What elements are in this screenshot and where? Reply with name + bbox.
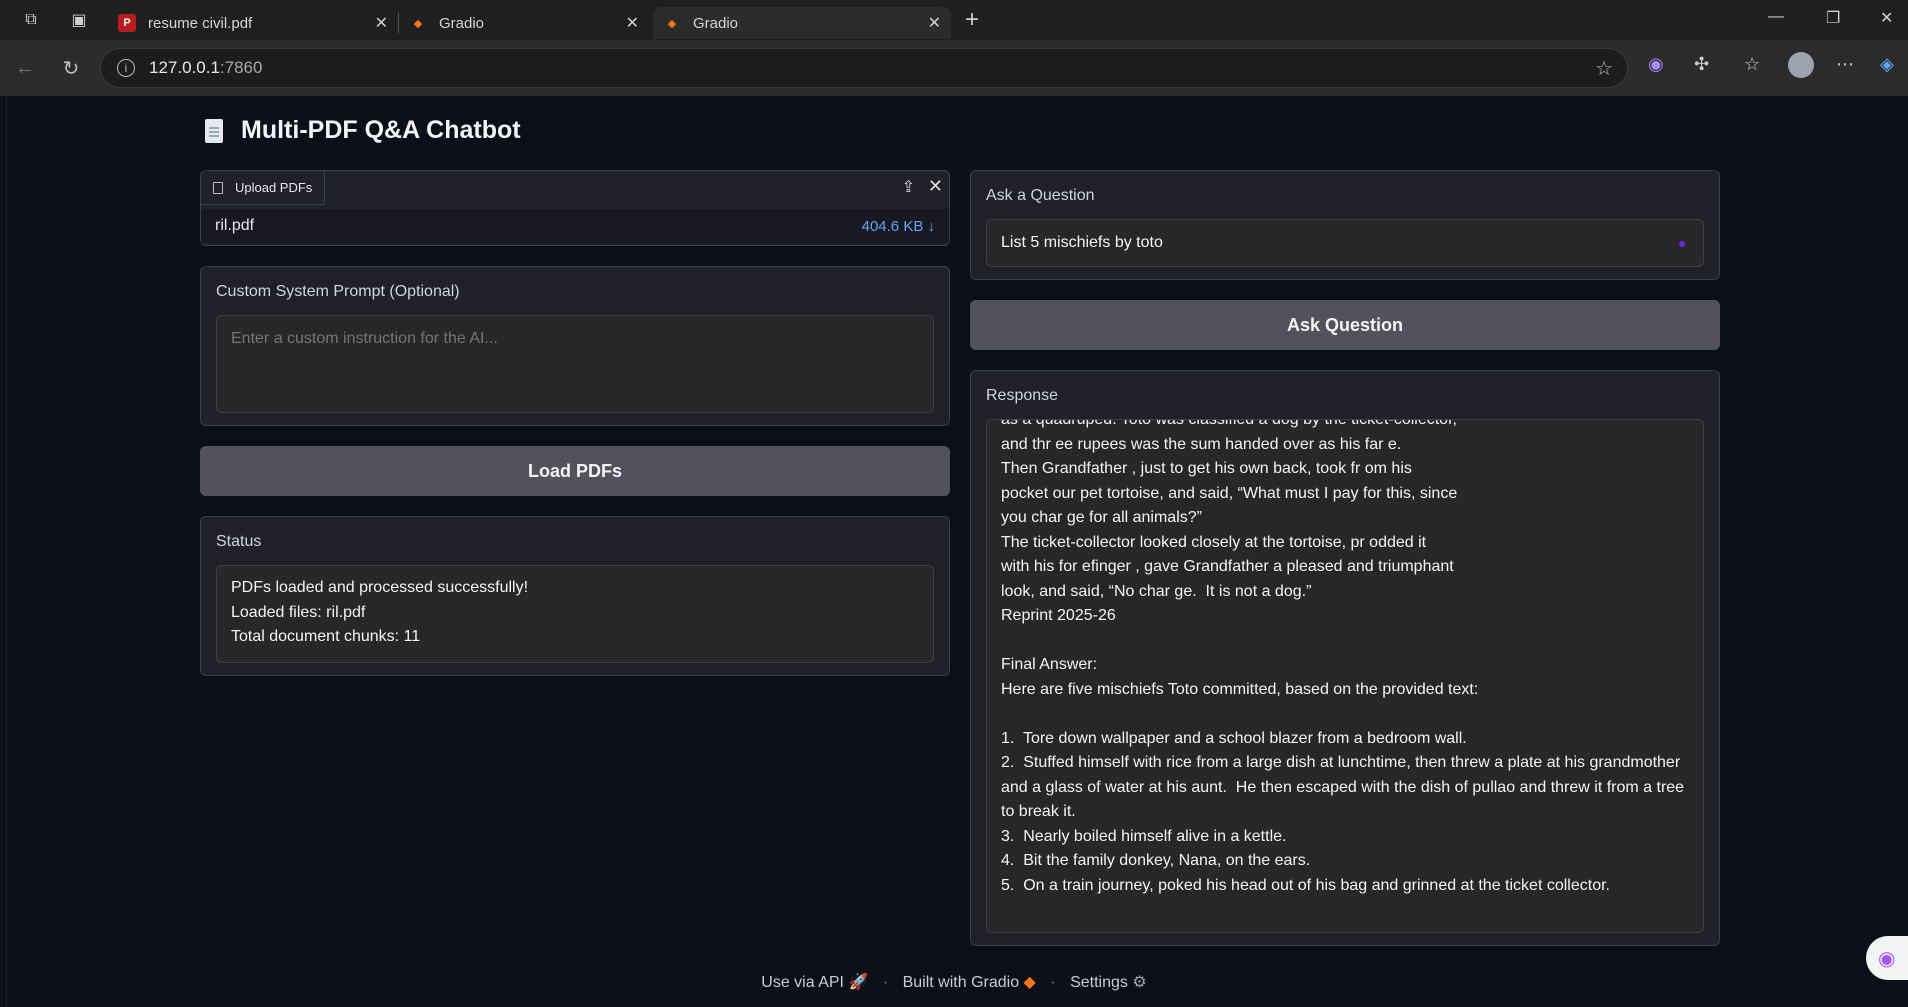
- response-block: Response as a quadruped. Toto was classi…: [970, 370, 1720, 946]
- copilot-icon[interactable]: ◉: [1648, 54, 1664, 75]
- gradio-logo-icon: ◆: [667, 17, 677, 30]
- question-block: Ask a Question List 5 mischiefs by toto: [970, 170, 1720, 280]
- status-output: PDFs loaded and processed successfully! …: [216, 565, 934, 663]
- gradio-logo-icon: ◆: [1023, 974, 1036, 991]
- url-text: 127.0.0.1:7860: [149, 58, 263, 77]
- response-text: as a quadruped. Toto was classified a do…: [1001, 419, 1685, 894]
- footer-separator: ·: [1050, 974, 1056, 991]
- response-output[interactable]: as a quadruped. Toto was classified a do…: [986, 419, 1704, 933]
- tab-title: resume civil.pdf: [148, 14, 253, 32]
- tab-gradio-1[interactable]: ◆ Gradio ✕: [399, 7, 649, 39]
- status-block: Status PDFs loaded and processed success…: [200, 516, 950, 676]
- tab-resume-civil[interactable]: P resume civil.pdf ✕: [108, 7, 398, 39]
- gradio-logo-icon: ◆: [413, 17, 423, 30]
- load-pdfs-button[interactable]: Load PDFs: [200, 446, 950, 496]
- close-tab-icon[interactable]: ✕: [626, 13, 639, 33]
- extensions-icon[interactable]: ✣: [1694, 54, 1709, 75]
- built-with-gradio-link[interactable]: Built with Gradio: [903, 974, 1020, 991]
- workspaces-icon[interactable]: ⧉: [18, 7, 44, 33]
- more-options-icon[interactable]: ⋯: [1836, 54, 1854, 75]
- use-via-api-link[interactable]: Use via API: [761, 974, 844, 991]
- edge-copilot-icon[interactable]: ◈: [1880, 54, 1894, 75]
- vertical-tabs-icon[interactable]: ▣: [66, 7, 92, 33]
- question-value: List 5 mischiefs by toto: [1001, 234, 1163, 251]
- footer: Use via API 🚀 · Built with Gradio ◆ · Se…: [0, 972, 1908, 992]
- tab-title: Gradio: [693, 14, 739, 32]
- copilot-icon: ◉: [1878, 948, 1896, 970]
- grammarly-dot-icon[interactable]: [1679, 241, 1685, 247]
- ask-question-button[interactable]: Ask Question: [970, 300, 1720, 350]
- copilot-floating-button[interactable]: ◉: [1866, 936, 1908, 980]
- question-input[interactable]: List 5 mischiefs by toto: [986, 219, 1704, 267]
- uploaded-file-row: ril.pdf 404.6 KB ↓: [201, 209, 949, 243]
- status-label: Status: [216, 533, 262, 550]
- clear-file-icon[interactable]: ✕: [928, 176, 943, 197]
- question-label: Ask a Question: [986, 187, 1095, 204]
- tab-gradio-2[interactable]: ◆ Gradio ✕: [653, 7, 951, 39]
- minimize-icon[interactable]: —: [1768, 8, 1784, 26]
- close-tab-icon[interactable]: ✕: [928, 13, 941, 33]
- close-tab-icon[interactable]: ✕: [375, 13, 388, 33]
- rocket-icon: 🚀: [848, 974, 869, 991]
- address-bar-row: ← ↻ i 127.0.0.1:7860 ☆: [0, 40, 1908, 96]
- close-window-icon[interactable]: ✕: [1880, 8, 1893, 28]
- file-upload[interactable]: Upload PDFs ⇪ ✕ ril.pdf 404.6 KB ↓: [200, 170, 950, 246]
- settings-link[interactable]: Settings: [1070, 974, 1128, 991]
- system-prompt-input[interactable]: [216, 315, 934, 413]
- system-prompt-block: Custom System Prompt (Optional): [200, 266, 950, 426]
- gear-icon: ⚙: [1132, 974, 1147, 991]
- tab-title: Gradio: [439, 14, 485, 32]
- back-icon[interactable]: ←: [12, 55, 38, 81]
- new-tab-icon[interactable]: +: [959, 6, 985, 33]
- favorite-star-icon[interactable]: ☆: [1595, 56, 1613, 81]
- footer-separator: ·: [882, 974, 889, 991]
- url-field[interactable]: i 127.0.0.1:7860 ☆: [100, 48, 1628, 88]
- pdf-icon: P: [118, 14, 136, 32]
- upload-pdfs-tab[interactable]: Upload PDFs: [201, 171, 326, 205]
- browser-tab-strip: ⧉ ▣ P resume civil.pdf ✕ ◆ Gradio ✕ ◆ Gr…: [0, 0, 1908, 40]
- refresh-icon[interactable]: ↻: [58, 55, 84, 81]
- document-icon: [205, 118, 223, 143]
- file-icon: [213, 181, 223, 194]
- site-info-icon[interactable]: i: [117, 59, 135, 77]
- profile-avatar[interactable]: [1788, 52, 1814, 78]
- response-label: Response: [986, 387, 1059, 404]
- upload-icon[interactable]: ⇪: [902, 177, 915, 197]
- system-prompt-label: Custom System Prompt (Optional): [216, 283, 460, 300]
- favorites-icon[interactable]: ☆: [1744, 54, 1760, 75]
- page-title: Multi-PDF Q&A Chatbot: [205, 116, 521, 145]
- file-name: ril.pdf: [215, 217, 255, 234]
- download-file-link[interactable]: 404.6 KB ↓: [862, 218, 935, 235]
- restore-icon[interactable]: ❐: [1826, 8, 1840, 28]
